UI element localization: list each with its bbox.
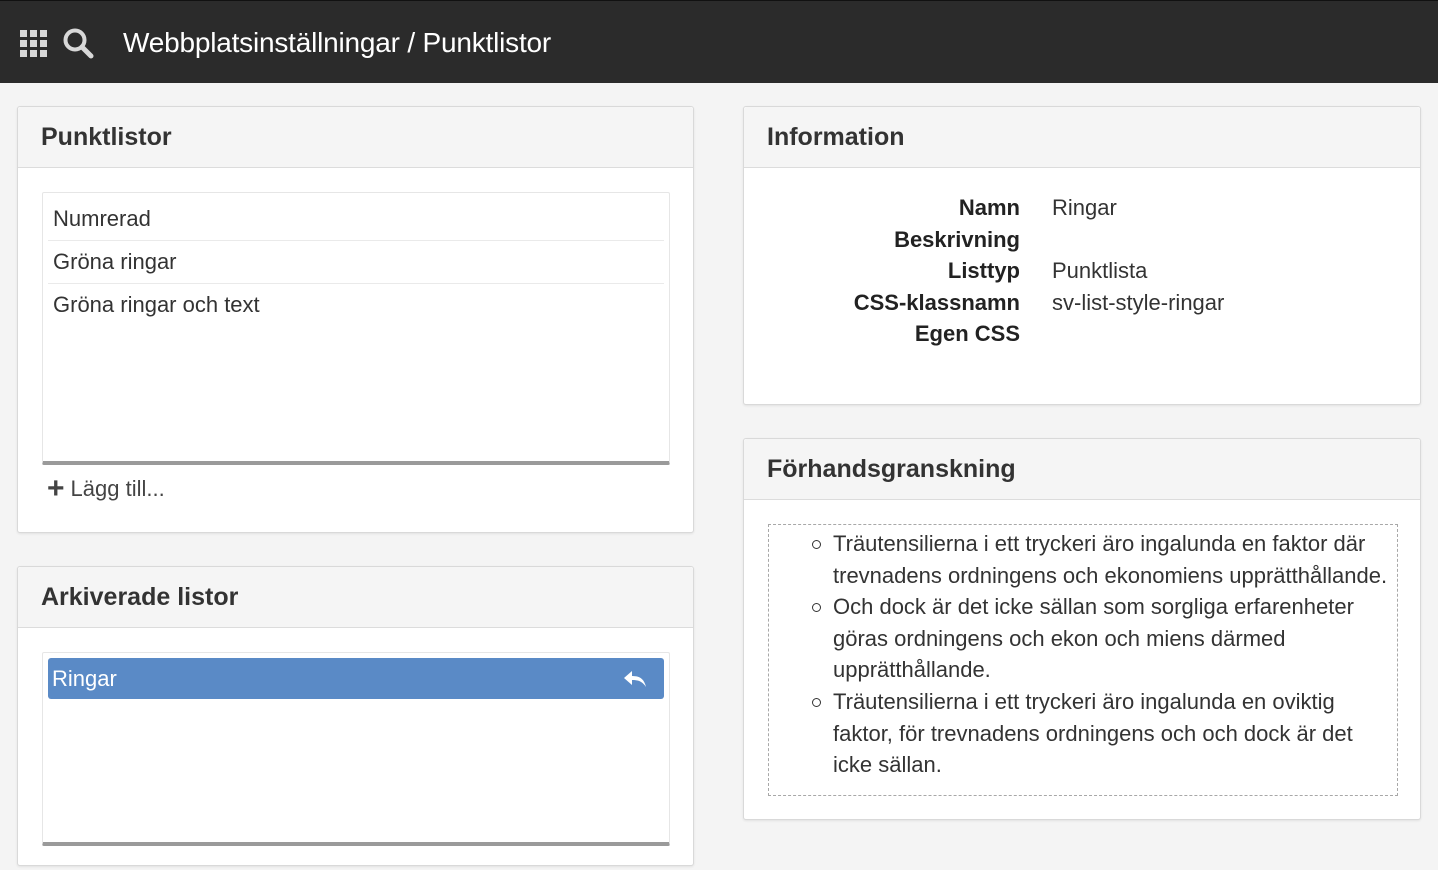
archived-panel-header: Arkiverade listor bbox=[18, 567, 693, 628]
info-label: CSS-klassnamn bbox=[853, 290, 1020, 315]
preview-panel-title: Förhandsgranskning bbox=[767, 455, 1016, 483]
preview-list: Träutensilierna i ett tryckeri äro ingal… bbox=[769, 525, 1397, 781]
info-row-list-type: Listtyp Punktlista bbox=[744, 255, 1420, 287]
info-label: Egen CSS bbox=[914, 321, 1020, 346]
ring-bullet-icon bbox=[812, 697, 821, 707]
archived-panel-title: Arkiverade listor bbox=[41, 583, 239, 611]
info-value: Punktlista bbox=[1052, 258, 1148, 283]
archived-list-item-label: Ringar bbox=[52, 666, 117, 691]
info-label: Beskrivning bbox=[894, 227, 1020, 252]
info-panel-header: Information bbox=[744, 107, 1420, 168]
plus-icon: + bbox=[47, 472, 65, 505]
preview-panel: Förhandsgranskning Träutensilierna i ett… bbox=[743, 438, 1421, 820]
info-panel-title: Information bbox=[767, 123, 905, 151]
info-row-css-class: CSS-klassnamn sv-list-style-ringar bbox=[744, 287, 1420, 319]
ring-bullet-icon bbox=[812, 540, 821, 549]
list-item[interactable]: Numrerad bbox=[48, 198, 664, 241]
preview-list-item-text: Träutensilierna i ett tryckeri äro ingal… bbox=[833, 531, 1388, 588]
archived-listbox: Ringar bbox=[42, 652, 670, 846]
info-value: Ringar bbox=[1052, 195, 1117, 220]
preview-panel-header: Förhandsgranskning bbox=[744, 439, 1420, 500]
archived-list-item[interactable]: Ringar bbox=[48, 658, 664, 699]
lists-panel-header: Punktlistor bbox=[18, 107, 693, 168]
preview-box: Träutensilierna i ett tryckeri äro ingal… bbox=[768, 524, 1398, 796]
archived-panel: Arkiverade listor Ringar bbox=[17, 566, 694, 866]
info-row-description: Beskrivning bbox=[744, 224, 1420, 256]
grid-icon[interactable] bbox=[20, 30, 47, 57]
add-list-label: Lägg till... bbox=[70, 476, 165, 501]
preview-list-item: Och dock är det icke sällan som sorgliga… bbox=[769, 591, 1397, 686]
add-list-button[interactable]: + Lägg till... bbox=[47, 474, 165, 504]
info-row-custom-css: Egen CSS bbox=[744, 318, 1420, 350]
info-label: Listtyp bbox=[947, 258, 1020, 283]
preview-list-item: Träutensilierna i ett tryckeri äro ingal… bbox=[769, 528, 1397, 591]
preview-list-item: Träutensilierna i ett tryckeri äro ingal… bbox=[769, 686, 1397, 781]
ring-bullet-icon bbox=[812, 603, 821, 613]
top-bar: Webbplatsinställningar / Punktlistor bbox=[0, 0, 1438, 83]
list-item[interactable]: Gröna ringar och text bbox=[48, 284, 664, 327]
info-value: sv-list-style-ringar bbox=[1052, 290, 1225, 315]
preview-list-item-text: Och dock är det icke sällan som sorgliga… bbox=[833, 594, 1354, 683]
page-title: Webbplatsinställningar / Punktlistor bbox=[123, 27, 552, 58]
list-item[interactable]: Gröna ringar bbox=[48, 241, 664, 284]
lists-listbox: Numrerad Gröna ringar Gröna ringar och t… bbox=[42, 192, 670, 465]
preview-list-item-text: Träutensilierna i ett tryckeri äro ingal… bbox=[833, 688, 1353, 778]
lists-panel-title: Punktlistor bbox=[41, 123, 172, 151]
restore-icon[interactable] bbox=[622, 669, 648, 689]
info-row-name: Namn Ringar bbox=[744, 192, 1420, 224]
lists-panel: Punktlistor Numrerad Gröna ringar Gröna … bbox=[17, 106, 694, 533]
search-icon[interactable] bbox=[62, 27, 94, 59]
info-panel: Information Namn Ringar Beskrivning List… bbox=[743, 106, 1421, 405]
info-label: Namn bbox=[958, 195, 1020, 220]
